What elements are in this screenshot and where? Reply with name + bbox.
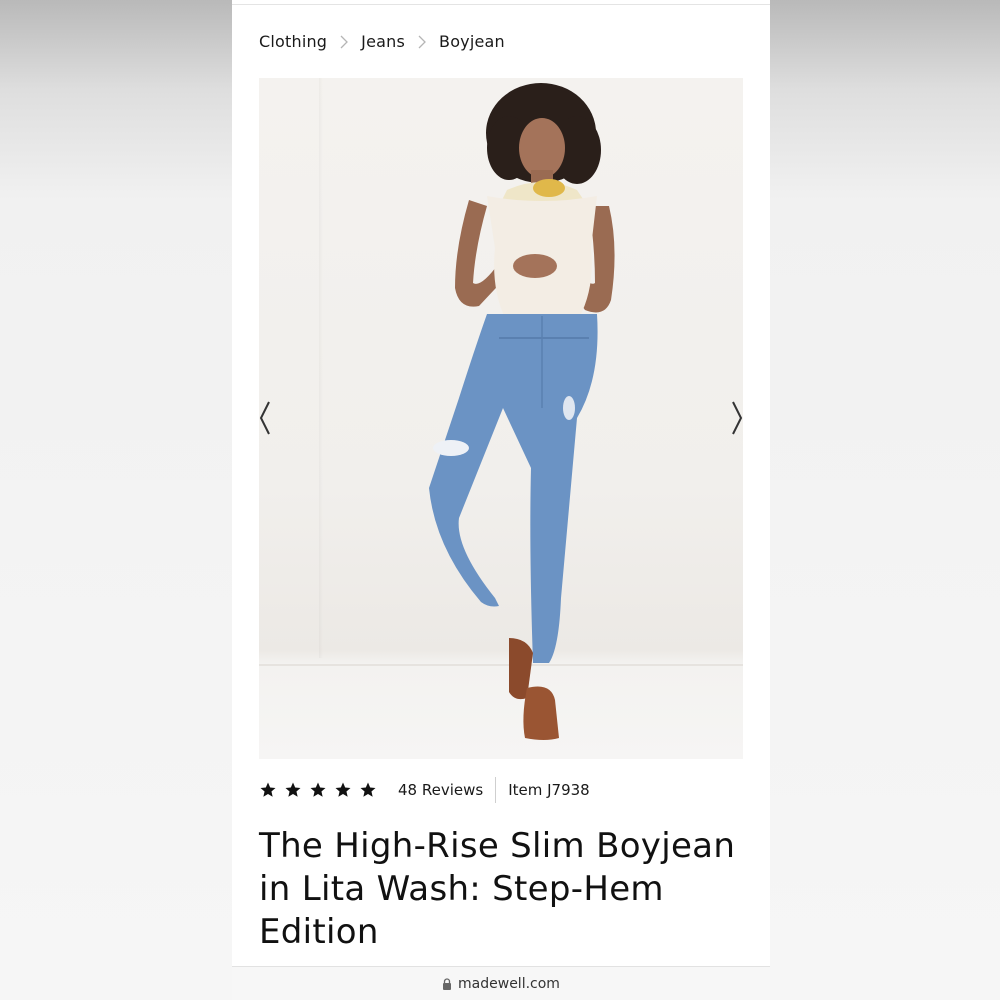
breadcrumb-boyjean[interactable]: Boyjean [439, 32, 505, 51]
star-icon [259, 781, 277, 799]
star-rating[interactable] [259, 781, 377, 799]
reviews-link[interactable]: 48 Reviews [398, 781, 483, 799]
chevron-right-icon [327, 32, 361, 51]
title-line: Edition [259, 912, 379, 952]
meta-divider [495, 777, 497, 803]
model-illustration [429, 83, 615, 740]
gallery-next-button[interactable] [723, 400, 743, 436]
star-icon [334, 781, 352, 799]
chevron-right-icon [732, 401, 743, 435]
rating-row: 48 Reviews Item J7938 [259, 776, 590, 804]
item-number: Item J7938 [508, 781, 590, 799]
url-text: madewell.com [458, 975, 560, 992]
chevron-right-icon [405, 32, 439, 51]
lock-icon [442, 977, 452, 990]
breadcrumb-jeans[interactable]: Jeans [361, 32, 405, 51]
star-icon [284, 781, 302, 799]
backdrop-right [770, 0, 1000, 1000]
star-icon [359, 781, 377, 799]
star-icon [309, 781, 327, 799]
title-line: The High-Rise Slim Boyjean [259, 826, 736, 866]
product-title: The High-Rise Slim Boyjean in Lita Wash:… [259, 825, 749, 954]
mobile-page: Clothing Jeans Boyjean 48 Reviews Item J… [232, 0, 770, 1000]
top-divider [232, 4, 770, 5]
product-image[interactable] [259, 78, 743, 759]
backdrop-left [0, 0, 232, 1000]
gallery-prev-button[interactable] [259, 400, 279, 436]
title-line: in Lita Wash: Step-Hem [259, 869, 664, 909]
breadcrumb-clothing[interactable]: Clothing [259, 32, 327, 51]
browser-url-bar[interactable]: madewell.com [232, 966, 770, 1000]
chevron-left-icon [259, 401, 270, 435]
breadcrumb: Clothing Jeans Boyjean [259, 30, 505, 52]
